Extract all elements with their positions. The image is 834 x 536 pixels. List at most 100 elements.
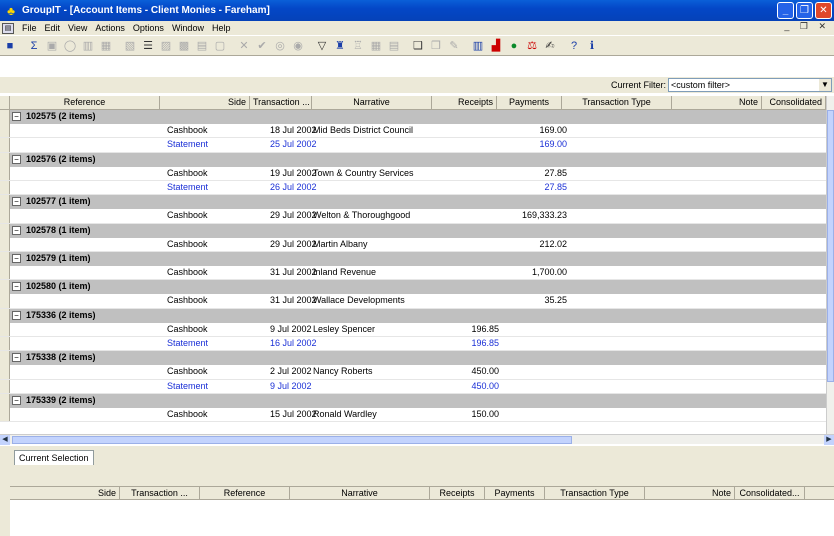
row-selector[interactable] bbox=[0, 266, 10, 280]
balance-icon[interactable]: ⚖ bbox=[524, 38, 540, 54]
row-selector[interactable] bbox=[0, 379, 10, 393]
table-row[interactable]: Cashbook 2 Jul 2002 Nancy Roberts 450.00 bbox=[0, 365, 826, 380]
menu-view[interactable]: View bbox=[64, 23, 91, 33]
menu-window[interactable]: Window bbox=[168, 23, 208, 33]
collapse-icon[interactable]: − bbox=[12, 197, 21, 207]
menu-actions[interactable]: Actions bbox=[91, 23, 129, 33]
collapse-icon[interactable]: − bbox=[12, 154, 21, 164]
table-row[interactable]: Cashbook 31 Jul 2002 Wallace Developments 3… bbox=[0, 294, 826, 309]
sel-column-payments[interactable]: Payments bbox=[485, 487, 545, 499]
windows-icon[interactable]: ❒ bbox=[428, 38, 444, 54]
sel-column-consolidated[interactable]: Consolidated... bbox=[735, 487, 805, 499]
horizontal-scroll-thumb[interactable] bbox=[12, 436, 572, 444]
row-selector[interactable] bbox=[0, 152, 10, 167]
scroll-right-icon[interactable]: ▶ bbox=[824, 435, 834, 445]
table-row[interactable]: Cashbook 15 Jul 2002 Ronald Wardley 150.00 bbox=[0, 407, 826, 423]
menu-help[interactable]: Help bbox=[208, 23, 235, 33]
table-row[interactable]: Statement 9 Jul 2002 450.00 bbox=[0, 379, 826, 394]
selection-grid-body[interactable] bbox=[10, 500, 834, 536]
table-row[interactable]: Statement 25 Jul 2002 169.00 bbox=[0, 138, 826, 153]
collapse-icon[interactable]: − bbox=[12, 310, 21, 320]
print-icon[interactable]: ▥ bbox=[80, 38, 96, 54]
sel-column-receipts[interactable]: Receipts bbox=[430, 487, 485, 499]
minimize-button[interactable]: _ bbox=[777, 2, 794, 19]
menu-file[interactable]: File bbox=[18, 23, 41, 33]
group-row[interactable]: −102577 (1 item) bbox=[0, 195, 826, 210]
table-row[interactable]: Statement 16 Jul 2002 196.85 bbox=[0, 337, 826, 352]
group-row[interactable]: −175338 (2 items) bbox=[0, 351, 826, 366]
row-selector[interactable] bbox=[0, 365, 10, 379]
preview-icon[interactable]: ▦ bbox=[98, 38, 114, 54]
filter-select[interactable]: <custom filter> ▼ bbox=[668, 78, 832, 92]
form-icon[interactable]: ▤ bbox=[194, 38, 210, 54]
sel-column-transaction[interactable]: Transaction ... bbox=[120, 487, 200, 499]
group-row[interactable]: −175339 (2 items) bbox=[0, 393, 826, 408]
globe-icon[interactable]: ● bbox=[506, 38, 522, 54]
collapse-icon[interactable]: − bbox=[12, 225, 21, 235]
sel-column-reference[interactable]: Reference bbox=[200, 487, 290, 499]
chevron-down-icon[interactable]: ▼ bbox=[819, 79, 831, 91]
scroll-left-icon[interactable]: ◀ bbox=[0, 435, 10, 445]
window-icon[interactable]: ❑ bbox=[410, 38, 426, 54]
table-row[interactable]: Cashbook 29 Jul 2002 Martin Albany 212.02 bbox=[0, 237, 826, 252]
column-header-transaction-date[interactable]: Transaction ... bbox=[250, 96, 312, 109]
group-row[interactable]: −102580 (1 item) bbox=[0, 280, 826, 295]
pen-icon[interactable]: ✍ bbox=[542, 38, 558, 54]
vertical-scroll-thumb[interactable] bbox=[827, 110, 834, 382]
mdi-controls[interactable]: _ ❐ ✕ bbox=[784, 21, 830, 32]
group-row[interactable]: −102575 (2 items) bbox=[0, 110, 826, 125]
row-selector[interactable] bbox=[0, 180, 10, 195]
table-row[interactable]: Cashbook 9 Jul 2002 Lesley Spencer 196.85 bbox=[0, 322, 826, 337]
row-selector[interactable] bbox=[0, 351, 10, 366]
group-row[interactable]: −102578 (1 item) bbox=[0, 223, 826, 238]
column-header-note[interactable]: Note bbox=[672, 96, 762, 109]
refresh-icon[interactable]: ◎ bbox=[272, 38, 288, 54]
sum-icon[interactable]: Σ bbox=[26, 38, 42, 54]
info-icon[interactable]: ℹ bbox=[584, 38, 600, 54]
collapse-icon[interactable]: − bbox=[12, 282, 21, 292]
find-next-icon[interactable]: ♖ bbox=[350, 38, 366, 54]
row-selector[interactable] bbox=[0, 322, 10, 336]
row-selector[interactable] bbox=[0, 251, 10, 267]
column-header-side[interactable]: Side bbox=[160, 96, 250, 109]
horizontal-scrollbar[interactable]: ◀ ▶ bbox=[0, 434, 834, 445]
edit-icon[interactable]: ▩ bbox=[176, 38, 192, 54]
chart-icon[interactable]: ▟ bbox=[488, 38, 504, 54]
column-header-consolidated[interactable]: Consolidated bbox=[762, 96, 826, 109]
column-header-reference[interactable]: Reference bbox=[10, 96, 160, 109]
vertical-scrollbar[interactable] bbox=[826, 96, 834, 434]
grid-icon[interactable]: ▦ bbox=[368, 38, 384, 54]
group-row[interactable]: −102576 (2 items) bbox=[0, 152, 826, 167]
sel-column-transaction-type[interactable]: Transaction Type bbox=[545, 487, 645, 499]
account-items-grid[interactable]: −102575 (2 items) Cashbook 18 Jul 2002 Mid … bbox=[0, 110, 826, 434]
column-header-payments[interactable]: Payments bbox=[497, 96, 562, 109]
collapse-icon[interactable]: − bbox=[12, 353, 21, 363]
row-selector[interactable] bbox=[0, 237, 10, 251]
close-button[interactable]: ✕ bbox=[815, 2, 832, 19]
table-row[interactable]: Cashbook 29 Jul 2002 Welton & Thoroughgood… bbox=[0, 209, 826, 224]
column-header-transaction-type[interactable]: Transaction Type bbox=[562, 96, 672, 109]
sel-column-narrative[interactable]: Narrative bbox=[290, 487, 430, 499]
table-row[interactable]: Cashbook 31 Jul 2002 Inland Revenue 1,700.0… bbox=[0, 266, 826, 281]
row-selector[interactable] bbox=[0, 110, 10, 125]
notes-icon[interactable]: ✎ bbox=[446, 38, 462, 54]
document-icon[interactable]: ▤ bbox=[2, 22, 14, 34]
check-icon[interactable]: ✔ bbox=[254, 38, 270, 54]
menu-options[interactable]: Options bbox=[129, 23, 168, 33]
delete-icon[interactable]: ✕ bbox=[236, 38, 252, 54]
row-selector[interactable] bbox=[0, 337, 10, 351]
sel-column-side[interactable]: Side bbox=[10, 487, 120, 499]
row-selector[interactable] bbox=[0, 294, 10, 308]
row-selector[interactable] bbox=[0, 393, 10, 408]
collapse-icon[interactable]: − bbox=[12, 253, 21, 263]
filter-icon[interactable]: ▽ bbox=[314, 38, 330, 54]
table-icon[interactable]: ▤ bbox=[386, 38, 402, 54]
row-selector[interactable] bbox=[0, 280, 10, 295]
collapse-icon[interactable]: − bbox=[12, 395, 21, 405]
help-icon[interactable]: ? bbox=[566, 38, 582, 54]
row-selector[interactable] bbox=[0, 223, 10, 238]
column-header-receipts[interactable]: Receipts bbox=[432, 96, 497, 109]
circle-icon[interactable]: ◯ bbox=[62, 38, 78, 54]
row-selector[interactable] bbox=[0, 195, 10, 210]
collapse-icon[interactable]: − bbox=[12, 112, 21, 121]
